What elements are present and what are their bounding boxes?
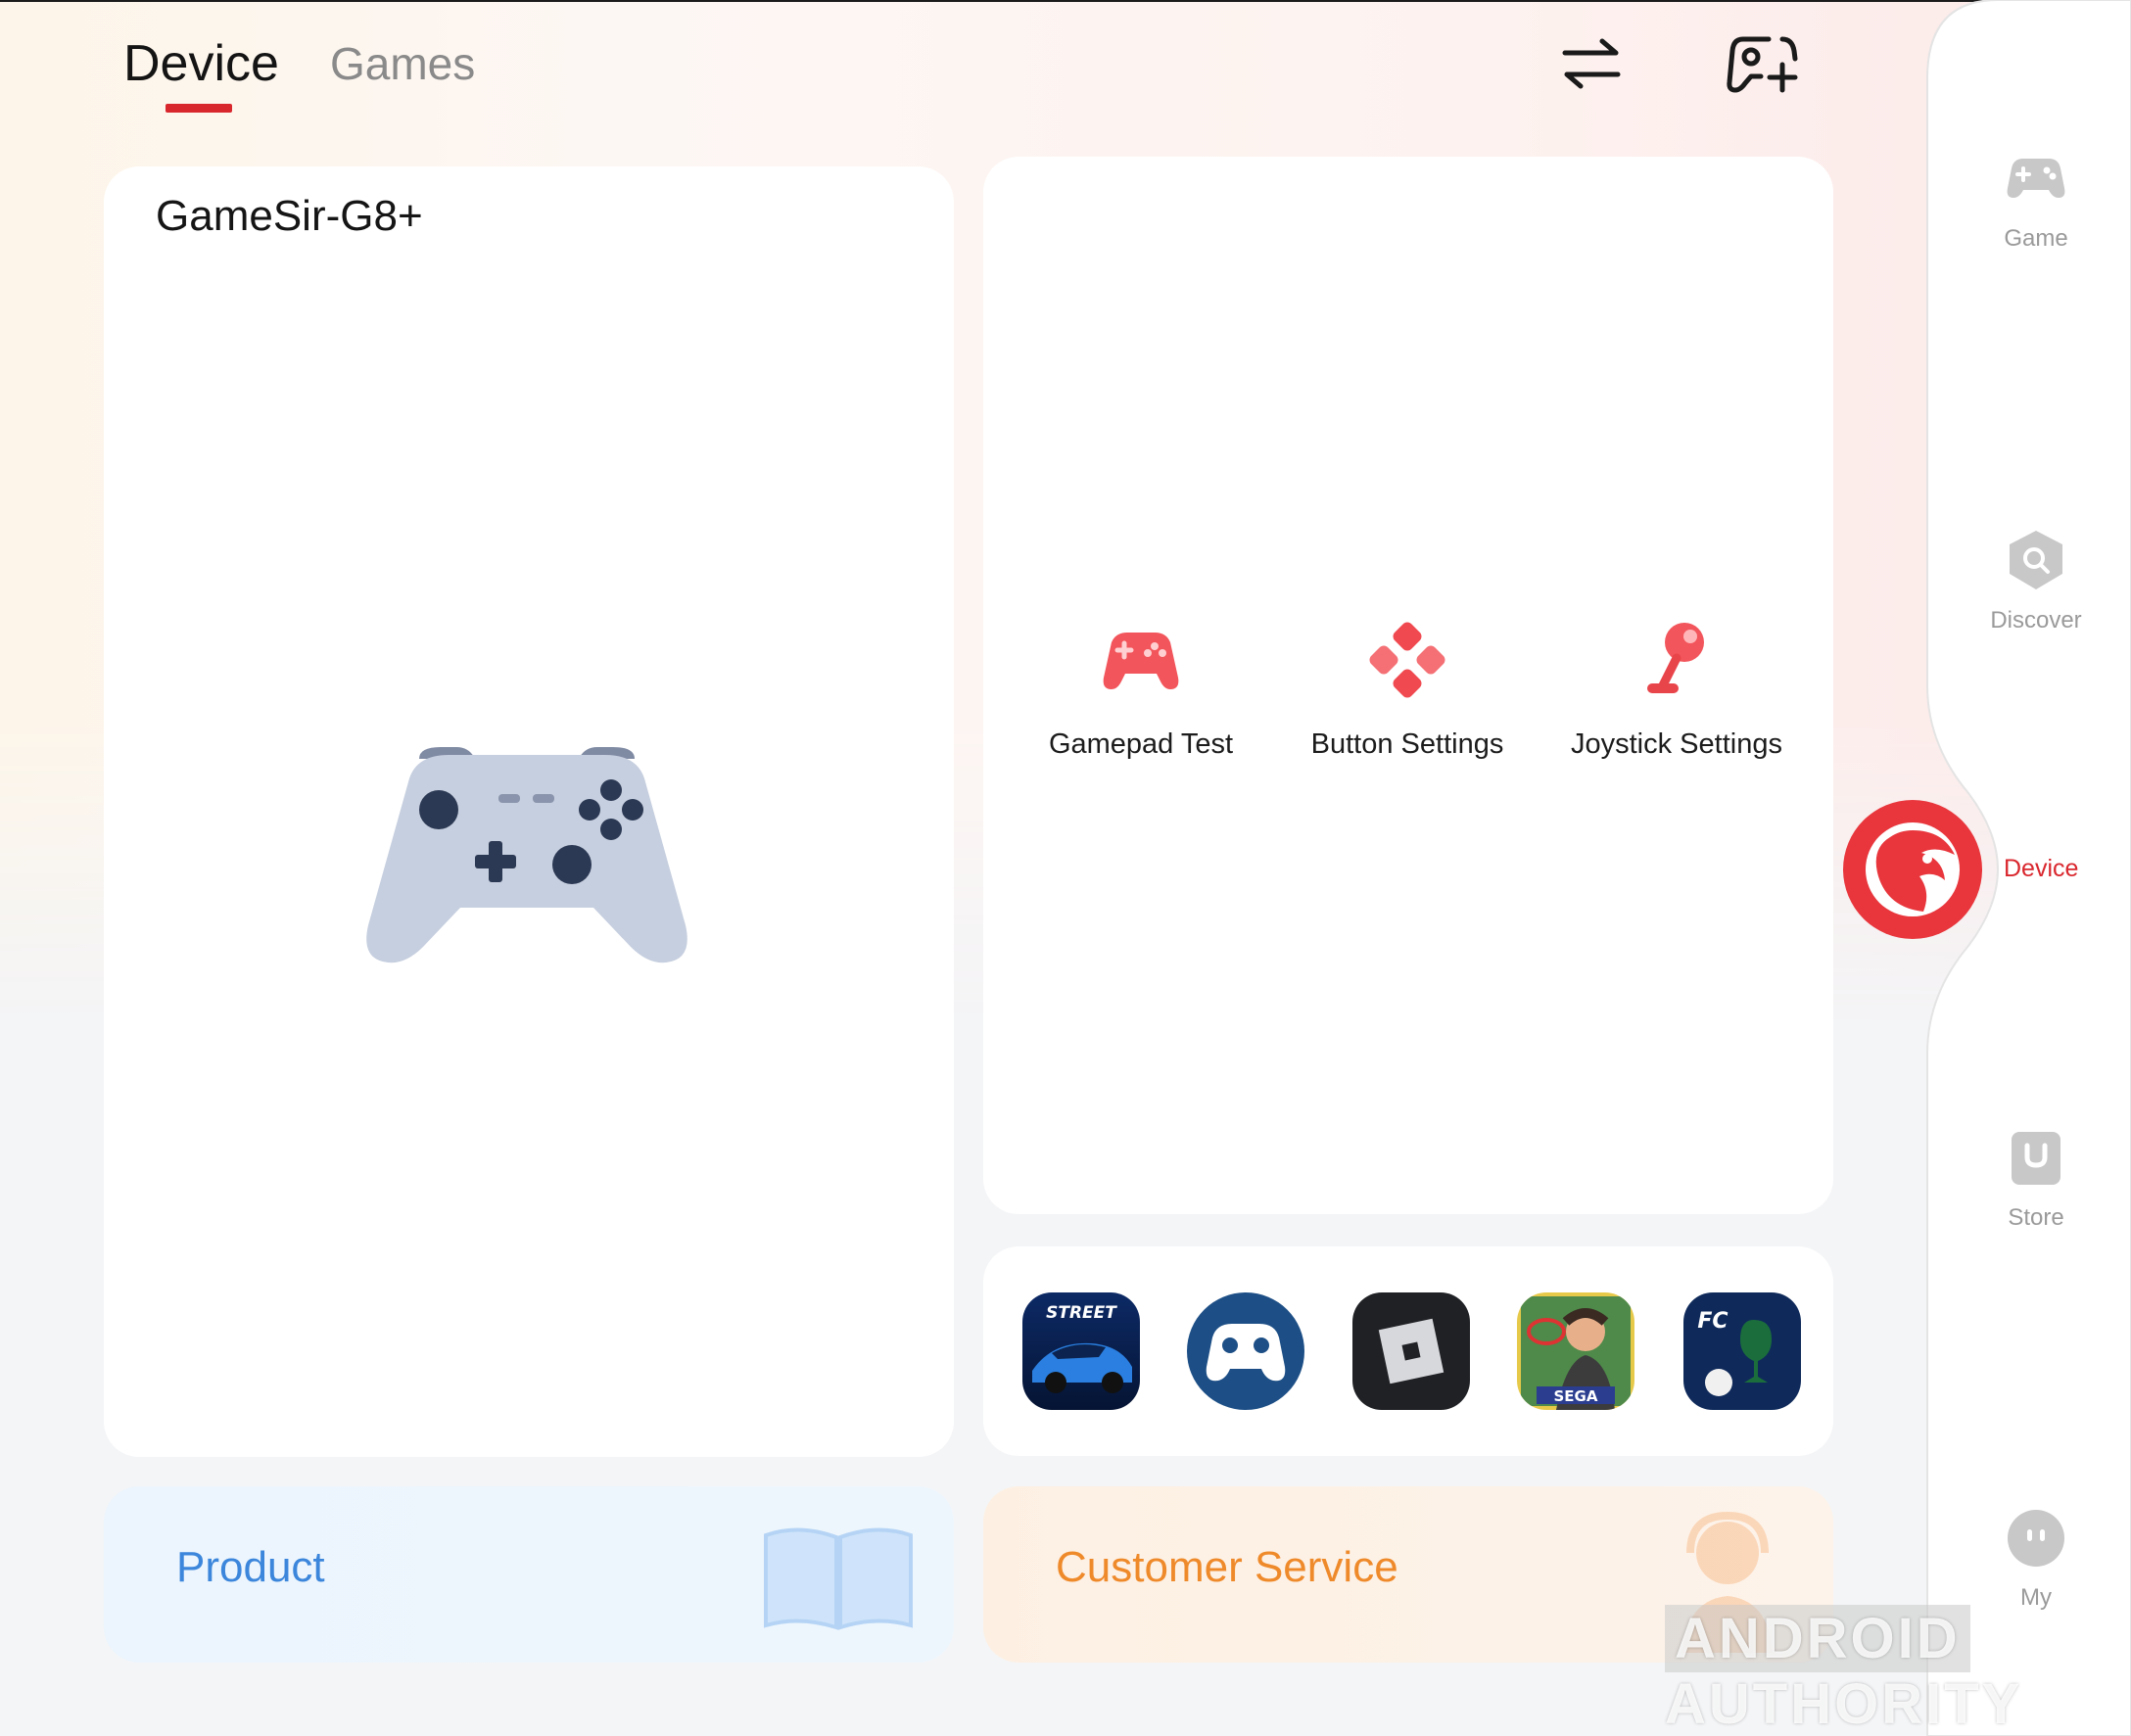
gamesir-logo-icon[interactable] bbox=[1841, 798, 1984, 941]
nav-label-game: Game bbox=[2004, 225, 2068, 252]
nav-label-device[interactable]: Device bbox=[2004, 855, 2078, 883]
customer-service-label: Customer Service bbox=[1056, 1543, 1398, 1591]
watermark-part2: AUTHORITY bbox=[1665, 1672, 2023, 1736]
watermark-part1: ANDROID bbox=[1665, 1605, 1970, 1672]
gamesir-controller-app-icon[interactable] bbox=[1187, 1292, 1304, 1410]
games-shortcut-card: STREET SEGA FC bbox=[983, 1246, 1833, 1456]
joystick-settings-label: Joystick Settings bbox=[1571, 728, 1782, 760]
controller-icon bbox=[366, 747, 687, 963]
nav-label-discover: Discover bbox=[1990, 607, 2082, 633]
sega-app-caption: SEGA bbox=[1554, 1387, 1598, 1405]
active-tab-indicator bbox=[166, 104, 232, 113]
street-racing-app-icon[interactable]: STREET bbox=[1022, 1292, 1140, 1410]
gamepad-icon bbox=[1103, 633, 1179, 689]
device-name: GameSir-G8+ bbox=[156, 192, 423, 240]
gamepad-icon bbox=[2007, 159, 2065, 198]
device-card[interactable]: GameSir-G8+ bbox=[104, 166, 954, 1457]
nav-label-store: Store bbox=[2008, 1204, 2064, 1231]
add-controller-icon[interactable] bbox=[1726, 29, 1802, 98]
book-icon bbox=[764, 1527, 913, 1630]
watermark: ANDROID AUTHORITY bbox=[1665, 1605, 2131, 1736]
gamepad-test-label: Gamepad Test bbox=[1048, 728, 1234, 760]
button-settings-button[interactable]: Button Settings bbox=[1280, 613, 1535, 761]
street-app-caption: STREET bbox=[1046, 1303, 1117, 1323]
store-bag-icon bbox=[2012, 1132, 2060, 1185]
dpad-icon bbox=[1369, 622, 1445, 698]
profile-face-icon bbox=[2008, 1510, 2064, 1567]
gamepad-test-button[interactable]: Gamepad Test bbox=[1014, 613, 1268, 761]
nav-item-discover[interactable]: Discover bbox=[1978, 527, 2094, 634]
product-banner[interactable]: Product bbox=[104, 1486, 954, 1663]
search-icon bbox=[2010, 531, 2062, 589]
nav-item-store[interactable]: Store bbox=[1978, 1124, 2094, 1232]
roblox-app-icon[interactable] bbox=[1352, 1292, 1470, 1410]
nav-item-game[interactable]: Game bbox=[1978, 145, 2094, 253]
ea-fc-app-icon[interactable]: FC bbox=[1683, 1292, 1801, 1410]
nav-item-my[interactable]: My bbox=[1978, 1504, 2094, 1612]
fc-app-caption: FC bbox=[1697, 1309, 1728, 1334]
tab-games[interactable]: Games bbox=[330, 29, 475, 98]
joystick-icon bbox=[1647, 623, 1704, 693]
virtua-tennis-app-icon[interactable]: SEGA bbox=[1517, 1292, 1634, 1410]
swap-arrows-icon[interactable] bbox=[1557, 29, 1626, 98]
joystick-settings-button[interactable]: Joystick Settings bbox=[1549, 613, 1804, 761]
button-settings-label: Button Settings bbox=[1310, 728, 1504, 760]
tab-device[interactable]: Device bbox=[123, 29, 279, 98]
top-edge bbox=[0, 0, 2131, 2]
device-tools-card: Gamepad Test Button Settings Joystick Se… bbox=[983, 157, 1833, 1214]
product-label: Product bbox=[176, 1543, 325, 1591]
